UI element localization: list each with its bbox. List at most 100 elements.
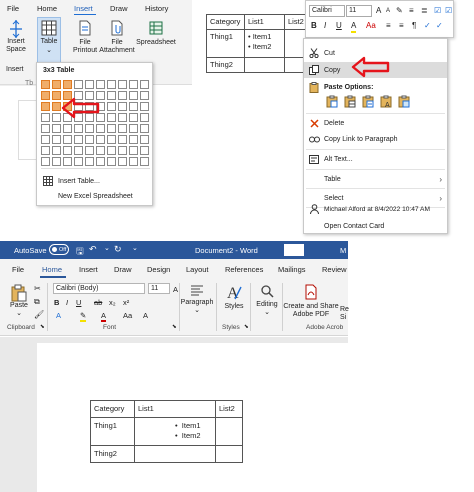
grid-cell[interactable]: [74, 80, 83, 89]
grid-cell[interactable]: [63, 80, 72, 89]
autosave-toggle[interactable]: Off: [49, 244, 69, 255]
grid-cell[interactable]: [140, 124, 149, 133]
grid-cell[interactable]: [118, 102, 127, 111]
bullets-icon[interactable]: ≡: [409, 6, 414, 16]
mini-size-box[interactable]: 11: [346, 5, 372, 17]
word-tab-home[interactable]: Home: [42, 265, 62, 274]
grid-cell[interactable]: [52, 146, 61, 155]
word-tab-design[interactable]: Design: [147, 265, 170, 274]
grid-cell[interactable]: [107, 102, 116, 111]
grid-cell[interactable]: [41, 80, 50, 89]
grow-font-icon[interactable]: A: [376, 6, 381, 16]
grid-cell[interactable]: [85, 124, 94, 133]
text-effects-icon[interactable]: A: [56, 311, 61, 320]
highlight-icon[interactable]: ✎: [80, 311, 87, 322]
subscript-button[interactable]: x₂: [109, 298, 116, 307]
grid-cell[interactable]: [118, 91, 127, 100]
paste-button[interactable]: Paste ⌄: [7, 284, 31, 318]
grow-shrink-icon[interactable]: A: [143, 311, 148, 320]
indent-button[interactable]: ≡: [399, 21, 404, 31]
grid-cell[interactable]: [63, 157, 72, 166]
grid-cell[interactable]: [140, 102, 149, 111]
grid-cell[interactable]: [85, 146, 94, 155]
paragraph-mark-button[interactable]: ¶: [412, 21, 416, 31]
cut-icon[interactable]: ✂: [34, 284, 41, 293]
grid-cell[interactable]: [140, 157, 149, 166]
copy-icon[interactable]: ⧉: [34, 297, 40, 307]
editing-button[interactable]: Editing ⌄: [253, 284, 281, 317]
mini-font-box[interactable]: Calibri: [309, 5, 345, 17]
grid-cell[interactable]: [129, 113, 138, 122]
grid-cell[interactable]: [140, 113, 149, 122]
word-tab-layout[interactable]: Layout: [186, 265, 209, 274]
grid-cell[interactable]: [41, 157, 50, 166]
grid-cell[interactable]: [129, 146, 138, 155]
grid-cell[interactable]: [96, 135, 105, 144]
grid-cell[interactable]: [96, 157, 105, 166]
check-button-2[interactable]: ✓: [436, 21, 443, 31]
grid-cell[interactable]: [85, 157, 94, 166]
grid-cell[interactable]: [107, 146, 116, 155]
menu-delete[interactable]: Delete: [304, 115, 447, 131]
word-tab-file[interactable]: File: [12, 265, 24, 274]
grid-cell[interactable]: [41, 102, 50, 111]
chevron-down-icon[interactable]: ⌄: [104, 244, 110, 252]
tab-draw[interactable]: Draw: [110, 4, 128, 13]
undo-icon[interactable]: ↶: [89, 244, 97, 255]
clipboard-launcher-icon[interactable]: ⬊: [40, 324, 45, 330]
paste-keep-source-icon[interactable]: [326, 95, 338, 108]
grid-cell[interactable]: [129, 80, 138, 89]
checkbox-icon[interactable]: ☑: [434, 6, 441, 16]
grid-cell[interactable]: [74, 146, 83, 155]
grid-cell[interactable]: [52, 124, 61, 133]
paste-text-only-icon[interactable]: A: [380, 95, 392, 108]
grid-cell[interactable]: [129, 135, 138, 144]
tab-history[interactable]: History: [145, 4, 168, 13]
grid-cell[interactable]: [96, 146, 105, 155]
grid-cell[interactable]: [63, 124, 72, 133]
customize-toolbar-icon[interactable]: ⌄: [132, 244, 138, 252]
grid-cell[interactable]: [118, 135, 127, 144]
grid-cell[interactable]: [74, 135, 83, 144]
search-box-fragment[interactable]: [284, 244, 304, 256]
font-color-button[interactable]: Aa: [366, 21, 376, 31]
format-painter-icon[interactable]: 🖌: [34, 310, 44, 319]
paste-picture-icon[interactable]: [398, 95, 410, 108]
paste-merge-icon[interactable]: [362, 95, 374, 108]
file-printout-button[interactable]: File Printout: [70, 20, 100, 55]
shrink-font-icon[interactable]: A: [386, 6, 390, 16]
word-tab-review[interactable]: Review: [322, 265, 347, 274]
grid-cell[interactable]: [41, 146, 50, 155]
menu-open-contact-card[interactable]: Open Contact Card: [304, 218, 447, 234]
grid-cell[interactable]: [41, 113, 50, 122]
underline-button[interactable]: U: [336, 21, 342, 31]
menu-alt-text[interactable]: Alt Text...: [304, 151, 447, 167]
strikethrough-button[interactable]: ab: [94, 298, 102, 307]
font-name-box[interactable]: Calibri (Body): [53, 283, 145, 294]
grid-cell[interactable]: [41, 135, 50, 144]
check-button[interactable]: ✓: [424, 21, 431, 31]
grid-cell[interactable]: [96, 124, 105, 133]
font-launcher-icon[interactable]: ⬊: [172, 324, 177, 330]
italic-button[interactable]: I: [66, 298, 68, 307]
grid-cell[interactable]: [63, 135, 72, 144]
create-share-pdf-button[interactable]: Create and Share Adobe PDF: [283, 284, 339, 319]
menu-table[interactable]: Table ›: [304, 171, 447, 187]
grid-cell[interactable]: [74, 124, 83, 133]
grid-cell[interactable]: [140, 80, 149, 89]
document-table[interactable]: Category List1 List2 Thing1 • Item1 • It…: [90, 400, 243, 463]
grid-cell[interactable]: [140, 91, 149, 100]
grid-cell[interactable]: [129, 157, 138, 166]
grid-cell[interactable]: [63, 146, 72, 155]
grid-cell[interactable]: [96, 80, 105, 89]
grid-cell[interactable]: [52, 135, 61, 144]
italic-button[interactable]: I: [324, 21, 326, 31]
word-tab-mailings[interactable]: Mailings: [278, 265, 306, 274]
grid-cell[interactable]: [41, 124, 50, 133]
grid-cell[interactable]: [129, 102, 138, 111]
grid-cell[interactable]: [107, 113, 116, 122]
grid-cell[interactable]: [52, 80, 61, 89]
paste-nest-table-icon[interactable]: [344, 95, 356, 108]
grid-cell[interactable]: [107, 91, 116, 100]
paragraph-button[interactable]: Paragraph ⌄: [181, 284, 213, 315]
